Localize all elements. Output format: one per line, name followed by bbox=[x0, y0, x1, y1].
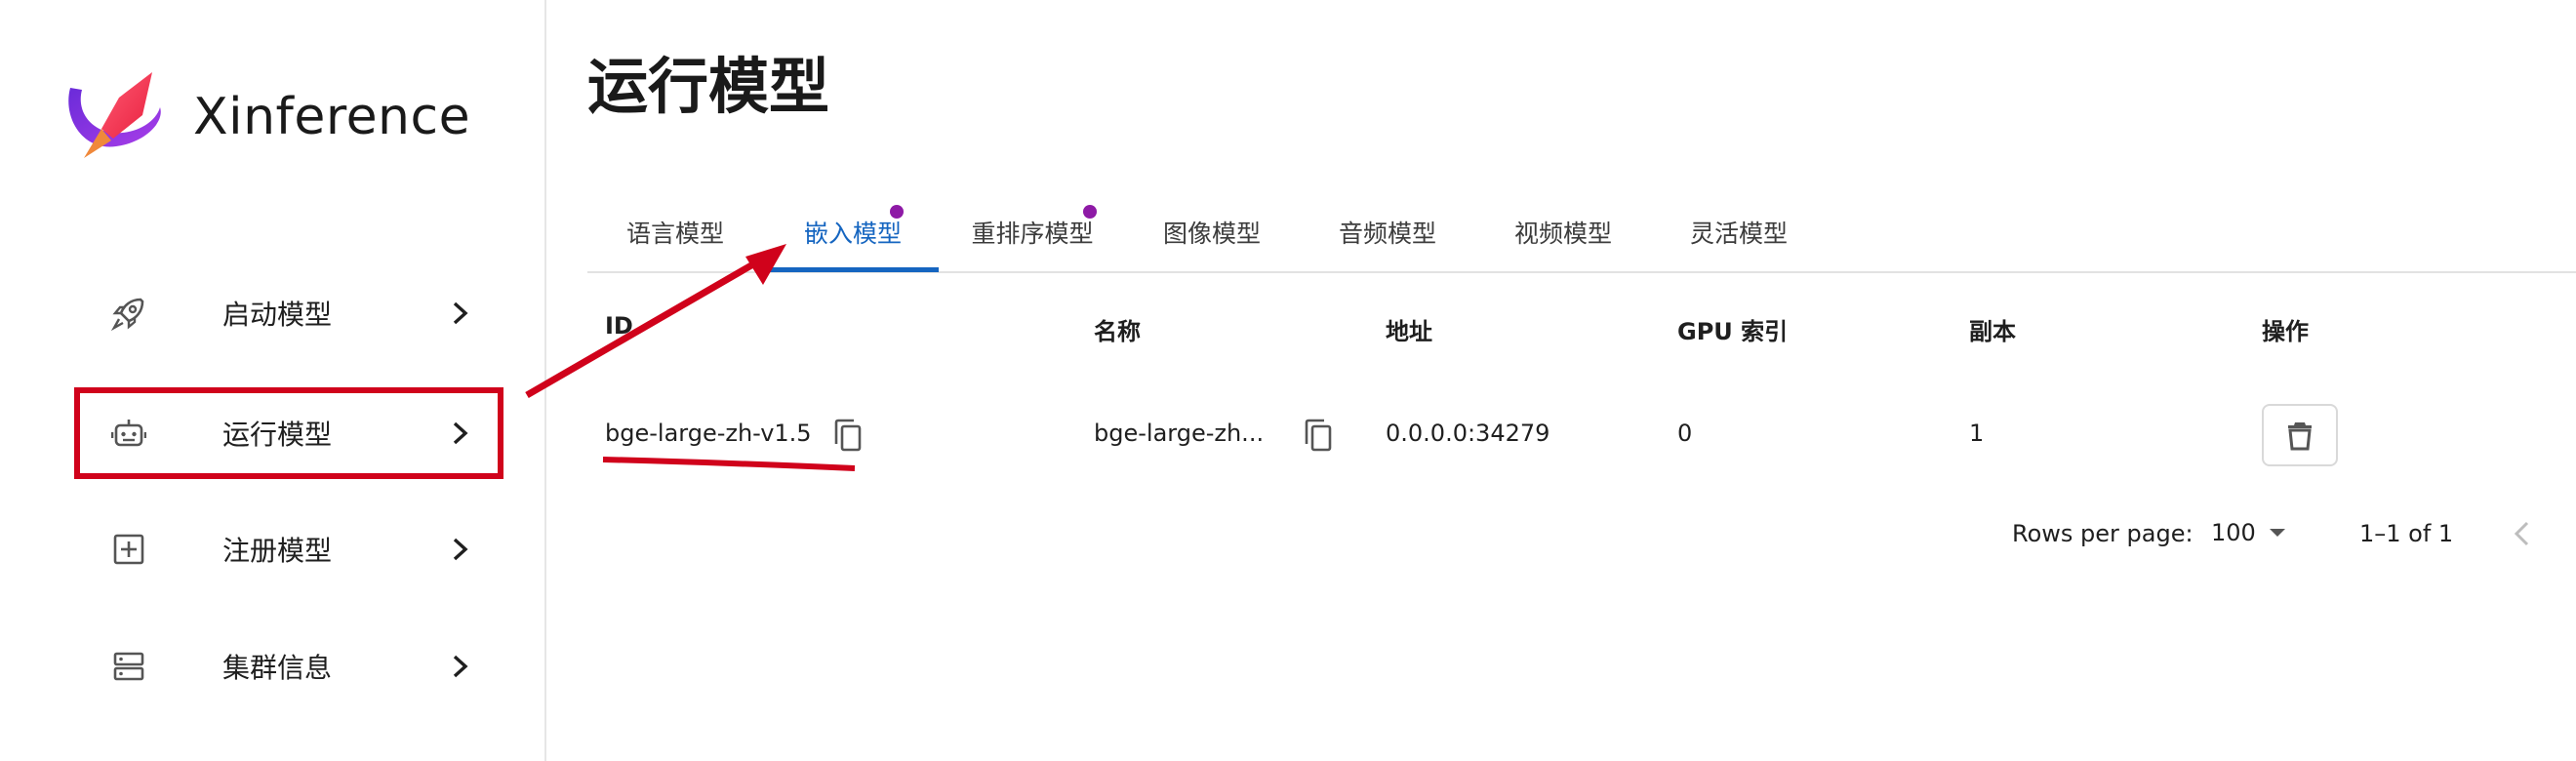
annotation-underline bbox=[602, 457, 856, 471]
tab-label: 视频模型 bbox=[1513, 220, 1612, 248]
model-type-tabs: 语言模型 嵌入模型 重排序模型 图像模型 音频模型 视频模型 灵活模型 bbox=[587, 191, 2576, 273]
address-cell: 0.0.0.0:34279 bbox=[1386, 420, 1550, 447]
trash-icon bbox=[2288, 422, 2312, 451]
replica-cell: 1 bbox=[1969, 420, 1985, 447]
status-badge bbox=[890, 205, 904, 219]
sidebar-item-launch-model[interactable]: 启动模型 bbox=[76, 268, 502, 358]
page-title: 运行模型 bbox=[587, 51, 830, 122]
chevron-left-icon[interactable] bbox=[2508, 517, 2535, 550]
column-header-name[interactable]: 名称 bbox=[1094, 312, 1141, 346]
sidebar: Xinference 启动模型 运行模型 注册模型 集群信息 bbox=[0, 0, 546, 761]
tab-label: 语言模型 bbox=[625, 220, 724, 248]
model-id-cell: bge-large-zh-v1.5 bbox=[605, 420, 812, 447]
column-header-id[interactable]: ID bbox=[605, 312, 633, 340]
column-header-address[interactable]: 地址 bbox=[1386, 312, 1432, 346]
caret-down-icon bbox=[2270, 529, 2285, 537]
tab-rerank-models[interactable]: 重排序模型 bbox=[943, 191, 1122, 273]
xinference-logo bbox=[68, 72, 161, 158]
rocket-icon bbox=[111, 298, 144, 331]
status-badge bbox=[1083, 205, 1097, 219]
tab-embedding-models[interactable]: 嵌入模型 bbox=[767, 191, 939, 273]
tab-label: 灵活模型 bbox=[1689, 220, 1788, 248]
copy-icon[interactable] bbox=[1302, 418, 1335, 455]
add-box-icon bbox=[113, 534, 144, 565]
robot-icon bbox=[111, 420, 146, 447]
rows-per-page-select[interactable]: 100 bbox=[2211, 513, 2299, 552]
sidebar-item-label: 运行模型 bbox=[222, 419, 333, 451]
tab-label: 重排序模型 bbox=[971, 220, 1094, 248]
annotation-arrow-line bbox=[525, 261, 753, 399]
rows-per-page-label: Rows per page: bbox=[2012, 520, 2194, 547]
sidebar-item-cluster-info[interactable]: 集群信息 bbox=[76, 621, 502, 711]
sidebar-item-label: 注册模型 bbox=[222, 535, 333, 567]
tab-label: 音频模型 bbox=[1338, 220, 1436, 248]
chevron-right-icon bbox=[453, 655, 468, 678]
server-icon bbox=[113, 652, 144, 681]
sidebar-item-running-models[interactable]: 运行模型 bbox=[76, 388, 502, 478]
gpu-index-cell: 0 bbox=[1677, 420, 1693, 447]
tab-video-models[interactable]: 视频模型 bbox=[1477, 191, 1649, 273]
delete-model-button[interactable] bbox=[2262, 404, 2338, 466]
brand-name: Xinference bbox=[193, 88, 471, 146]
chevron-right-icon bbox=[453, 301, 468, 325]
sidebar-item-label: 启动模型 bbox=[222, 299, 333, 331]
active-tab-indicator bbox=[767, 267, 939, 272]
tab-flexible-models[interactable]: 灵活模型 bbox=[1653, 191, 1825, 273]
copy-icon[interactable] bbox=[831, 418, 865, 455]
page-range: 1–1 of 1 bbox=[2359, 520, 2454, 547]
column-header-gpu-index[interactable]: GPU 索引 bbox=[1677, 312, 1788, 346]
sidebar-item-label: 集群信息 bbox=[222, 652, 333, 684]
chevron-right-icon bbox=[453, 421, 468, 445]
column-header-actions[interactable]: 操作 bbox=[2262, 312, 2309, 346]
tab-image-models[interactable]: 图像模型 bbox=[1126, 191, 1298, 273]
tab-language-models[interactable]: 语言模型 bbox=[587, 191, 763, 273]
model-name-cell: bge-large-zh... bbox=[1094, 420, 1265, 447]
chevron-right-icon bbox=[453, 538, 468, 561]
tab-label: 嵌入模型 bbox=[803, 220, 902, 248]
tab-audio-models[interactable]: 音频模型 bbox=[1302, 191, 1473, 273]
tab-label: 图像模型 bbox=[1162, 220, 1261, 248]
sidebar-item-register-model[interactable]: 注册模型 bbox=[76, 504, 502, 594]
rows-per-page-value: 100 bbox=[2211, 519, 2256, 546]
column-header-replica[interactable]: 副本 bbox=[1969, 312, 2016, 346]
